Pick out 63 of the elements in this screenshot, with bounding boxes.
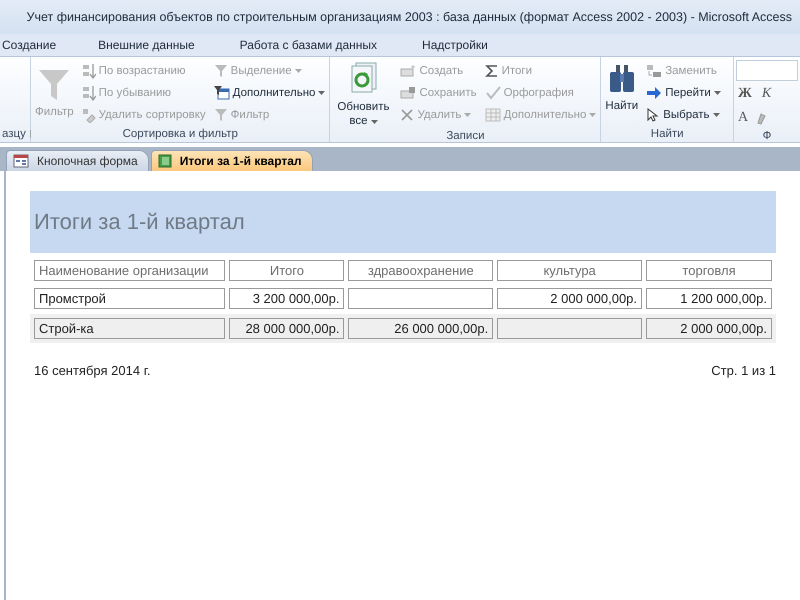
caret-icon — [464, 113, 472, 117]
table-cell: 1 200 000,00р. — [646, 288, 772, 309]
sort-arrow-icon — [82, 85, 96, 101]
caret-icon — [712, 113, 720, 117]
font-color-button[interactable]: A — [736, 110, 750, 126]
funnel-icon — [214, 64, 228, 78]
group-label: Найти — [650, 128, 684, 140]
form-icon — [13, 154, 29, 168]
save-record-icon — [400, 86, 416, 100]
right-arrow-icon — [646, 86, 662, 100]
caret-icon — [294, 69, 302, 73]
table-cell: 26 000 000,00р. — [348, 318, 494, 339]
table-cell: 28 000 000,00р. — [229, 318, 344, 339]
caret-icon — [589, 113, 596, 117]
table-cell: Строй-ка — [34, 318, 226, 339]
page-number: Стр. 1 из 1 — [711, 363, 776, 378]
funnel-icon — [38, 68, 70, 102]
ribbon-tab[interactable]: Надстройки — [422, 38, 488, 52]
font-field[interactable] — [736, 60, 798, 81]
ribbon-tab[interactable]: Внешние данные — [98, 38, 195, 52]
go-to-button[interactable]: Перейти — [644, 82, 723, 104]
advanced-filter-button[interactable]: Дополнительно — [212, 82, 328, 104]
find-button[interactable]: Найти — [603, 60, 640, 114]
column-header: Итого — [229, 260, 344, 281]
select-button[interactable]: Выбрать — [644, 104, 723, 126]
delete-icon — [400, 108, 414, 122]
group-label: Сортировка и фильтр — [122, 128, 238, 140]
new-record-icon — [400, 64, 416, 78]
report-date: 16 сентября 2014 г. — [34, 363, 150, 378]
grid-icon — [484, 108, 501, 122]
column-header: торговля — [646, 260, 772, 281]
highlighter-icon[interactable] — [756, 111, 766, 125]
table-cell: 3 200 000,00р. — [229, 288, 344, 309]
document-tab[interactable]: Кнопочная форма — [6, 150, 149, 171]
replace-icon — [646, 64, 662, 78]
table-cell: 2 000 000,00р. — [497, 288, 642, 309]
sort-arrow-icon — [82, 63, 96, 79]
table-cell: Промстрой — [34, 288, 226, 309]
group-label: азцу — [2, 128, 26, 140]
ribbon-tab[interactable]: Работа с базами данных — [240, 38, 378, 52]
report-title: Итоги за 1-й квартал — [34, 209, 245, 235]
column-header: здравоохранение — [348, 260, 494, 281]
caret-icon — [370, 120, 378, 124]
group-label: Ф — [762, 130, 772, 142]
italic-button[interactable]: К — [760, 86, 774, 102]
funnel-icon — [214, 108, 228, 122]
table-cell: 2 000 000,00р. — [646, 318, 772, 339]
caret-icon — [318, 91, 326, 95]
window-title: Учет финансирования объектов по строительным организациям 2003 : база данных (формат Access 2002 - 2003) - Microsoft Access — [26, 10, 792, 24]
column-header: Наименование организации — [34, 260, 226, 281]
caret-icon — [714, 91, 721, 95]
sigma-icon — [484, 64, 499, 78]
report-icon — [158, 154, 172, 168]
ribbon-tab[interactable]: Создание — [2, 38, 56, 52]
column-header: культура — [497, 260, 642, 281]
checkmark-icon — [484, 86, 501, 100]
cursor-icon — [646, 108, 660, 122]
bold-button[interactable]: Ж — [736, 86, 754, 102]
refresh-all-button[interactable]: Обновить все — [332, 60, 394, 130]
document-tab[interactable]: Итоги за 1-й квартал — [150, 150, 313, 171]
filter-window-icon — [214, 86, 230, 100]
eraser-icon — [82, 107, 96, 123]
group-label: Записи — [446, 130, 484, 142]
